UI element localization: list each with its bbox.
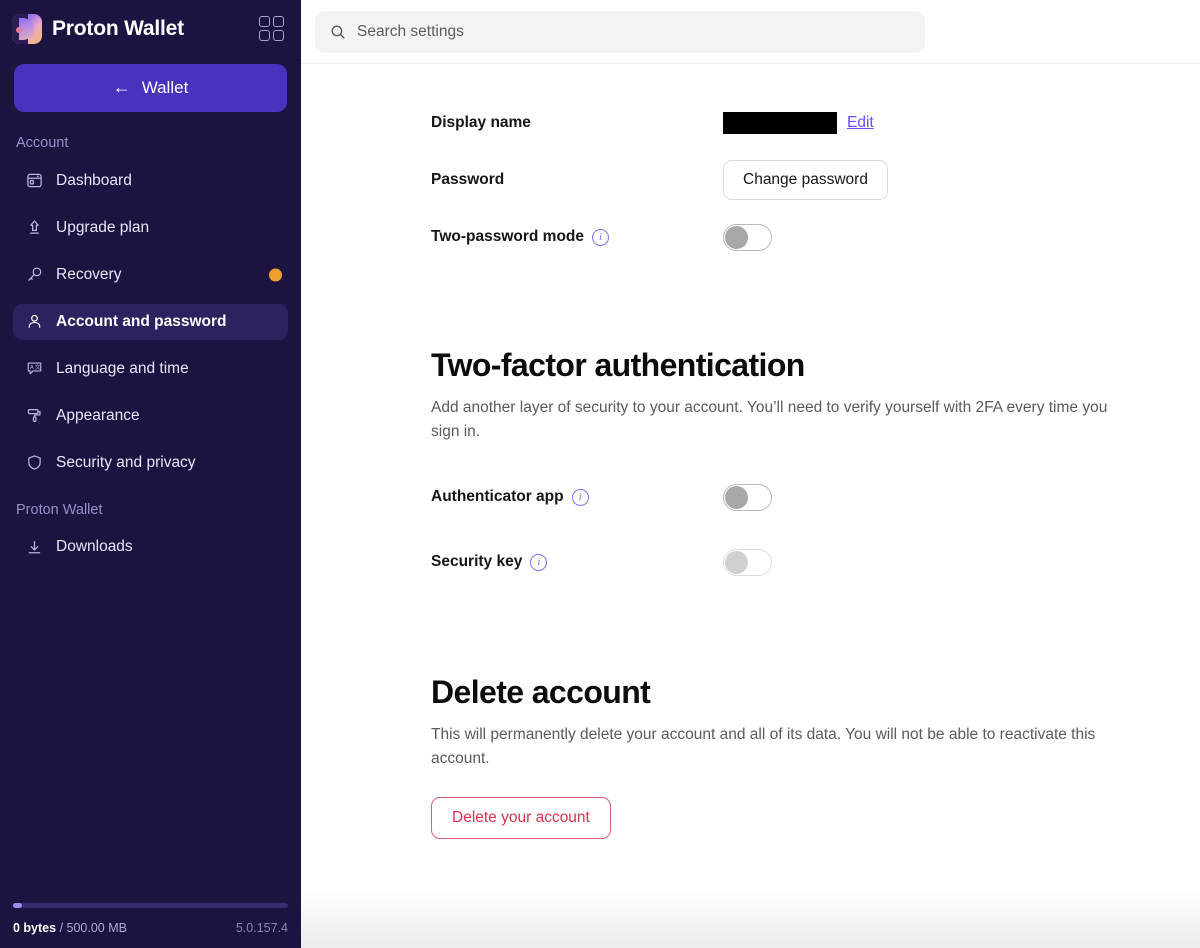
delete-account-description: This will permanently delete your accoun… <box>431 726 1096 768</box>
security-key-text: Security key <box>431 553 523 571</box>
sidebar-item-downloads[interactable]: Downloads <box>13 529 288 565</box>
sidebar-item-dashboard[interactable]: Dashboard <box>13 163 288 199</box>
two-factor-description: Add another layer of security to your ac… <box>431 399 1108 441</box>
storage-meter: 0 bytes / 500.00 MB 5.0.157.4 <box>0 903 301 948</box>
toggle-knob <box>725 485 748 509</box>
storage-progress-fill <box>13 903 22 908</box>
shield-icon <box>25 454 43 472</box>
nav-heading-account: Account <box>16 136 69 151</box>
search-icon <box>329 23 346 40</box>
sidebar-item-label: Dashboard <box>56 171 132 189</box>
change-password-button[interactable]: Change password <box>723 160 888 200</box>
authenticator-app-toggle[interactable] <box>723 483 772 511</box>
back-arrow-icon: ← <box>112 77 131 97</box>
display-name-value-group: Edit <box>723 112 874 134</box>
sidebar-item-label: Downloads <box>56 538 133 555</box>
security-key-label: Security key i <box>431 553 723 571</box>
password-label: Password <box>431 171 505 188</box>
row-display-name: Display name Edit <box>431 108 1151 138</box>
app-grid-icon[interactable] <box>257 15 285 43</box>
section-two-factor-authentication: Two-factor authentication Add another la… <box>431 347 1151 577</box>
sidebar-item-upgrade-plan[interactable]: Upgrade plan <box>13 210 288 246</box>
edit-display-name-link[interactable]: Edit <box>847 114 874 132</box>
upgrade-arrow-icon <box>25 219 43 237</box>
sidebar-item-label: Account and password <box>56 312 227 330</box>
delete-your-account-button[interactable]: Delete your account <box>431 797 611 840</box>
language-icon: A 文 <box>25 360 43 378</box>
user-icon <box>25 313 43 331</box>
storage-text-row: 0 bytes / 500.00 MB 5.0.157.4 <box>13 921 288 935</box>
storage-total: 500.00 MB <box>66 921 127 935</box>
sidebar-item-account-and-password[interactable]: Account and password <box>13 303 288 340</box>
svg-text:A: A <box>30 365 34 371</box>
proton-wallet-logo-icon <box>12 13 42 44</box>
sidebar-item-language-and-time[interactable]: A 文 Language and time <box>13 351 288 387</box>
display-name-label: Display name <box>431 114 531 131</box>
two-password-mode-text: Two-password mode <box>431 228 585 245</box>
authenticator-app-label: Authenticator app i <box>431 488 723 506</box>
topbar <box>301 0 1200 64</box>
row-two-password-mode: Two-password mode i <box>431 222 1151 252</box>
info-icon[interactable]: i <box>592 228 610 246</box>
wallet-back-label: Wallet <box>141 78 189 97</box>
sidebar-item-label: Recovery <box>56 265 122 283</box>
storage-separator: / <box>56 921 67 935</box>
svg-text:文: 文 <box>34 363 40 371</box>
scroll-bottom-fade <box>301 890 1200 948</box>
sidebar-item-label: Upgrade plan <box>56 218 150 236</box>
sidebar-item-security-and-privacy[interactable]: Security and privacy <box>13 445 288 481</box>
display-name-redacted-value <box>723 112 837 134</box>
sidebar-item-label: Language and time <box>56 359 189 377</box>
recovery-alert-badge <box>269 268 282 281</box>
sidebar-nav: Account Dashboard Upgrade plan Recovery … <box>0 136 301 903</box>
toggle-knob <box>725 550 748 574</box>
two-password-mode-label: Two-password mode i <box>431 228 723 246</box>
app-version: 5.0.157.4 <box>235 921 288 935</box>
search-input[interactable] <box>357 22 911 41</box>
toggle-knob <box>725 225 748 249</box>
clipped-row-text <box>723 64 727 69</box>
sidebar-item-appearance[interactable]: Appearance <box>13 398 288 434</box>
security-key-toggle[interactable] <box>723 548 772 576</box>
delete-account-title: Delete account <box>431 674 651 711</box>
main-panel: Display name Edit Password Change passwo… <box>301 0 1200 948</box>
brand-name: Proton Wallet <box>52 16 184 40</box>
settings-content: Display name Edit Password Change passwo… <box>431 64 1151 840</box>
brand-row: Proton Wallet <box>0 0 301 57</box>
download-icon <box>25 538 43 556</box>
dashboard-icon <box>25 172 43 190</box>
key-icon <box>25 266 43 284</box>
section-delete-account: Delete account This will permanently del… <box>431 674 1151 840</box>
two-password-mode-toggle[interactable] <box>723 223 772 251</box>
sidebar: Proton Wallet ← Wallet Account Dashboard… <box>0 0 301 948</box>
sidebar-item-recovery[interactable]: Recovery <box>13 257 288 293</box>
settings-scroll-area[interactable]: Display name Edit Password Change passwo… <box>301 64 1200 948</box>
row-authenticator-app: Authenticator app i <box>431 482 1151 512</box>
search-settings-box[interactable] <box>315 10 925 53</box>
storage-progress-track <box>13 903 288 908</box>
sidebar-item-label: Appearance <box>56 406 140 424</box>
paint-roller-icon <box>25 407 43 425</box>
info-icon[interactable]: i <box>530 553 548 571</box>
sidebar-item-label: Security and privacy <box>56 453 196 471</box>
row-password: Password Change password <box>431 160 1151 200</box>
row-security-key: Security key i <box>431 547 1151 577</box>
two-factor-rows: Authenticator app i Security key i <box>431 482 1151 577</box>
clipped-row-above <box>431 64 1151 82</box>
nav-heading-proton-wallet: Proton Wallet <box>16 501 103 518</box>
wallet-back-button[interactable]: ← Wallet <box>14 64 287 112</box>
authenticator-app-text: Authenticator app <box>431 488 564 506</box>
info-icon[interactable]: i <box>571 488 589 506</box>
two-factor-title: Two-factor authentication <box>431 347 805 383</box>
storage-used: 0 bytes <box>13 921 57 935</box>
app-window: Proton Wallet ← Wallet Account Dashboard… <box>0 0 1200 948</box>
